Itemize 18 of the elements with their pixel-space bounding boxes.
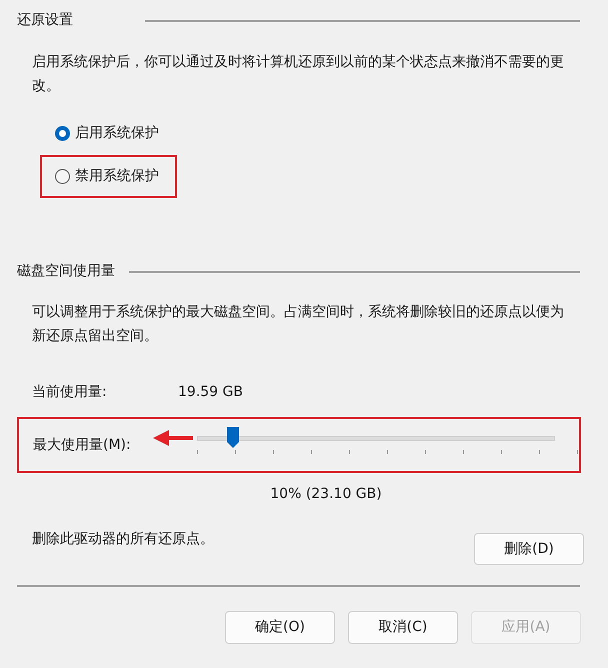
slider-reading: 10% (23.10 GB) — [270, 485, 382, 504]
dialog-button[interactable]: 确定(O) — [225, 611, 335, 644]
dialog-button[interactable]: 取消(C) — [348, 611, 458, 644]
current-usage-label: 当前使用量: — [32, 383, 108, 402]
current-usage-value: 19.59 GB — [178, 383, 243, 402]
radio-option[interactable]: 启用系统保护 — [55, 123, 159, 144]
radio-button[interactable] — [55, 169, 70, 184]
delete-description: 删除此驱动器的所有还原点。 — [32, 530, 214, 548]
section-title: 还原设置 — [17, 11, 73, 30]
description-text: 启用系统保护后，你可以通过及时将计算机还原到以前的某个状态点来撤消不需要的更改。 — [32, 53, 565, 96]
arrow-icon — [153, 429, 193, 447]
radio-button[interactable] — [55, 126, 70, 141]
delete-button[interactable]: 删除(D) — [474, 533, 584, 565]
slider-label: 最大使用量(M): — [33, 436, 132, 454]
description-text: 可以调整用于系统保护的最大磁盘空间。占满空间时，系统将删除较旧的还原点以便为新还原点留出空间。 — [32, 303, 565, 346]
section-title: 磁盘空间使用量 — [17, 262, 115, 281]
radio-option[interactable]: 禁用系统保护 — [55, 166, 159, 187]
slider-thumb[interactable] — [226, 427, 239, 448]
